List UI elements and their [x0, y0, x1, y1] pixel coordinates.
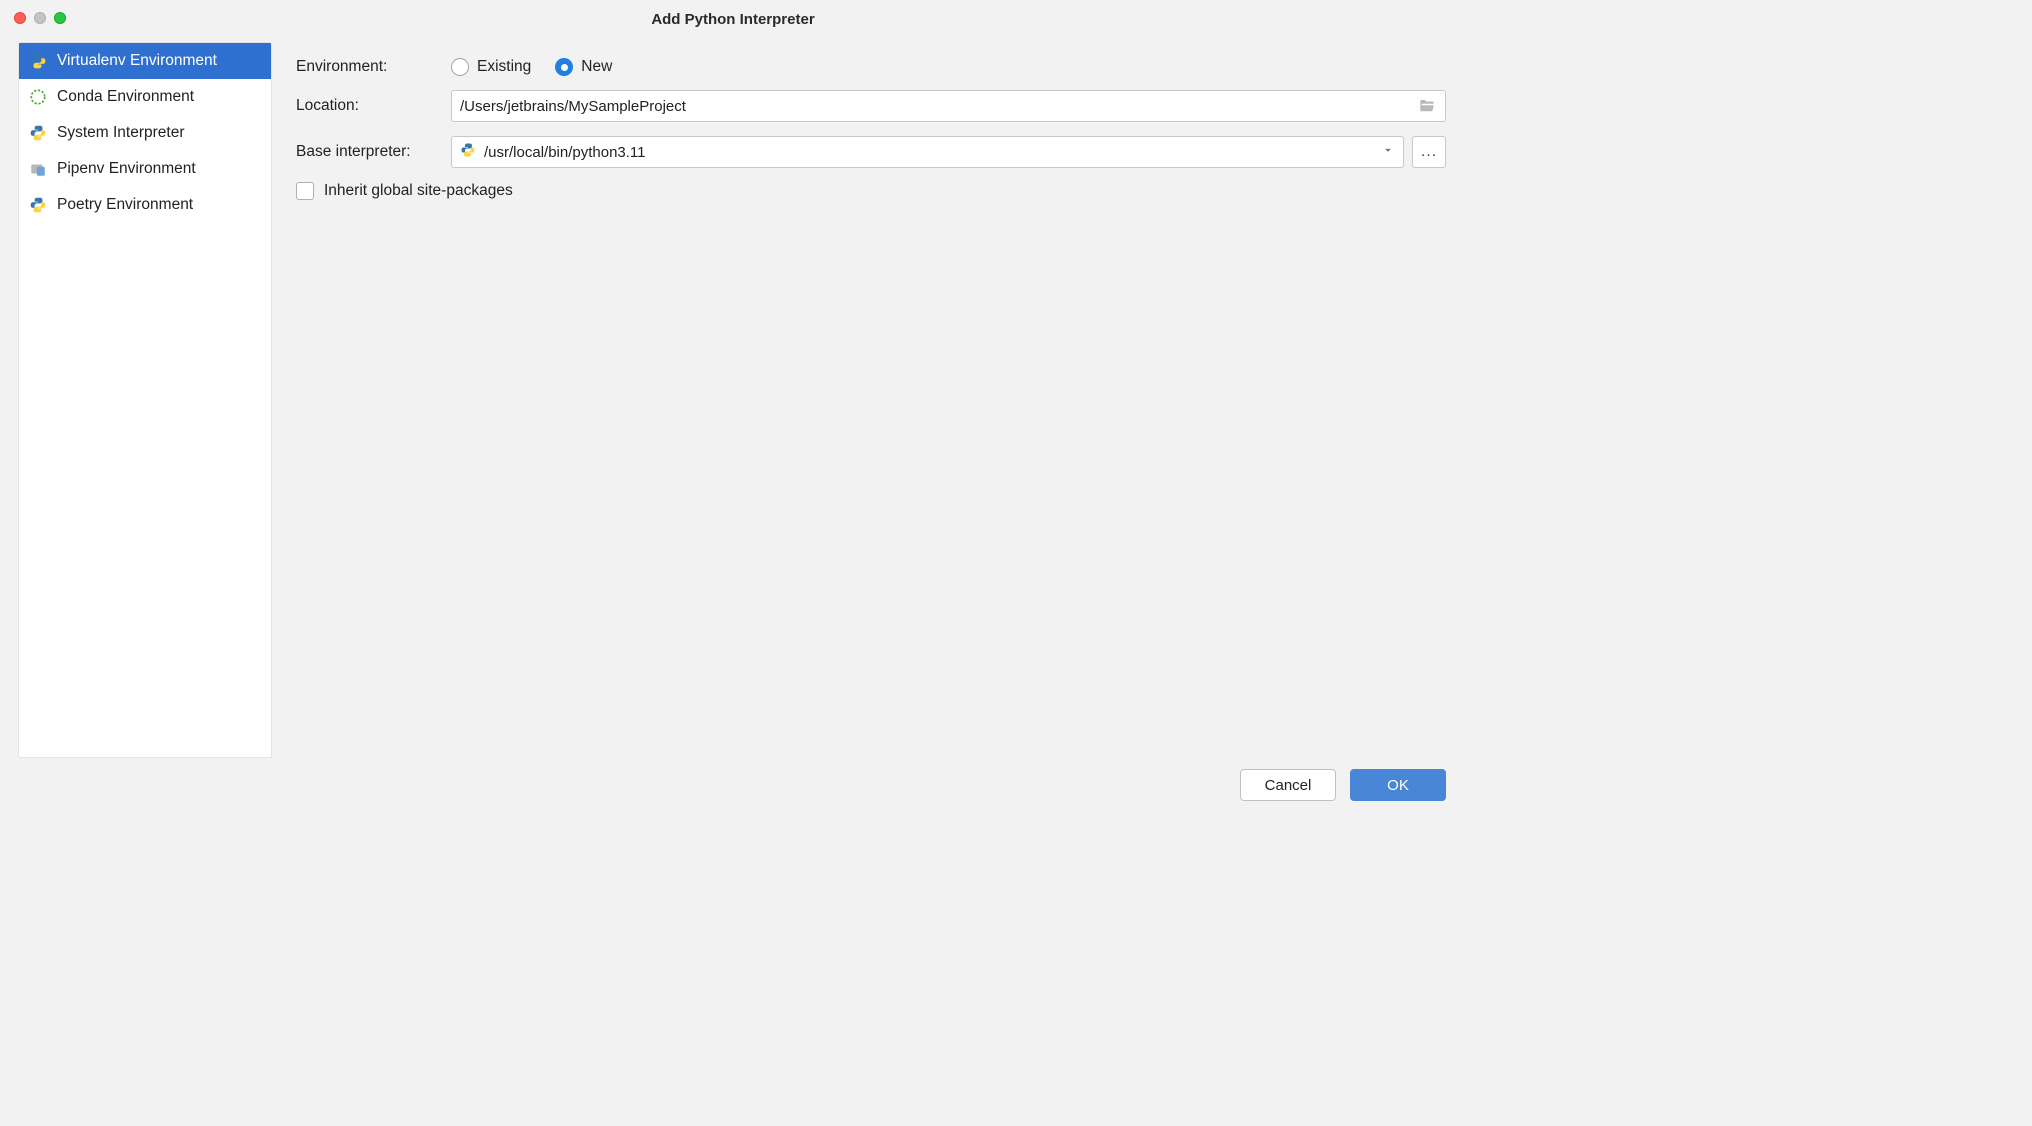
interpreter-type-sidebar: Virtualenv Environment Conda Environment… [18, 42, 272, 758]
python-icon [29, 52, 47, 70]
dialog-body: Virtualenv Environment Conda Environment… [0, 38, 1466, 758]
sidebar-item-conda[interactable]: Conda Environment [19, 79, 271, 115]
radio-dot-icon [555, 58, 573, 76]
sidebar-item-label: Poetry Environment [57, 193, 193, 217]
minimize-window-button[interactable] [34, 12, 46, 24]
sidebar-item-pipenv[interactable]: Pipenv Environment [19, 151, 271, 187]
maximize-window-button[interactable] [54, 12, 66, 24]
folder-open-icon[interactable] [1417, 96, 1437, 116]
ok-button[interactable]: OK [1350, 769, 1446, 801]
environment-label: Environment: [296, 58, 451, 76]
inherit-checkbox[interactable] [296, 182, 314, 200]
base-interpreter-combo[interactable]: /usr/local/bin/python3.11 [451, 136, 1404, 168]
close-window-button[interactable] [14, 12, 26, 24]
environment-radio-group: Existing New [451, 58, 612, 76]
base-interpreter-label: Base interpreter: [296, 143, 451, 161]
ellipsis-icon: ... [1421, 143, 1437, 161]
button-label: OK [1387, 777, 1409, 794]
sidebar-item-system[interactable]: System Interpreter [19, 115, 271, 151]
sidebar-item-label: Virtualenv Environment [57, 49, 217, 73]
radio-dot-icon [451, 58, 469, 76]
window-controls [14, 12, 66, 24]
window-title: Add Python Interpreter [651, 11, 814, 28]
chevron-down-icon [1381, 143, 1395, 162]
radio-label: Existing [477, 58, 531, 76]
titlebar: Add Python Interpreter [0, 0, 1466, 38]
base-interpreter-value: /usr/local/bin/python3.11 [484, 144, 1373, 161]
sidebar-item-label: Conda Environment [57, 85, 194, 109]
cancel-button[interactable]: Cancel [1240, 769, 1336, 801]
sidebar-item-label: Pipenv Environment [57, 157, 196, 181]
inherit-row: Inherit global site-packages [296, 182, 1446, 200]
radio-new[interactable]: New [555, 58, 612, 76]
location-row: Location: [296, 90, 1446, 122]
dialog-footer: Cancel OK [0, 758, 1466, 812]
button-label: Cancel [1265, 777, 1312, 794]
conda-icon [29, 88, 47, 106]
python-icon [460, 142, 476, 163]
radio-existing[interactable]: Existing [451, 58, 531, 76]
sidebar-item-label: System Interpreter [57, 121, 185, 145]
pipenv-icon [29, 160, 47, 178]
browse-interpreter-button[interactable]: ... [1412, 136, 1446, 168]
sidebar-item-poetry[interactable]: Poetry Environment [19, 187, 271, 223]
python-icon [29, 124, 47, 142]
location-input[interactable] [460, 98, 1417, 115]
location-input-wrap [451, 90, 1446, 122]
sidebar-item-virtualenv[interactable]: Virtualenv Environment [19, 43, 271, 79]
radio-label: New [581, 58, 612, 76]
location-label: Location: [296, 97, 451, 115]
python-icon [29, 196, 47, 214]
inherit-label: Inherit global site-packages [324, 182, 513, 200]
environment-row: Environment: Existing New [296, 58, 1446, 76]
base-interpreter-controls: /usr/local/bin/python3.11 ... [451, 136, 1446, 168]
form-panel: Environment: Existing New Location: [272, 42, 1466, 758]
base-interpreter-row: Base interpreter: /usr/local/bin/python3… [296, 136, 1446, 168]
